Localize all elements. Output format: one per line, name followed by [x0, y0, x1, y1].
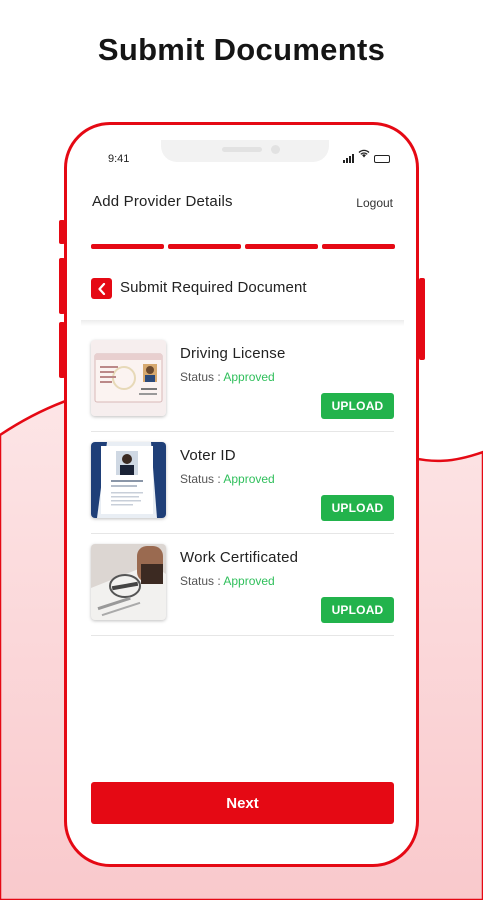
upload-button-voter-id[interactable]: UPLOAD [321, 495, 394, 521]
progress-step-3 [245, 244, 318, 249]
status-time: 9:41 [108, 153, 130, 165]
document-name: Work Certificated [180, 549, 299, 566]
driving-license-thumbnail [91, 340, 166, 416]
section-divider [81, 320, 404, 326]
progress-step-1 [91, 244, 164, 249]
signal-icon [343, 154, 354, 163]
document-status: Status : Approved [180, 370, 275, 384]
section-title: Submit Required Document [120, 279, 307, 296]
chevron-left-icon [97, 282, 105, 295]
header-title: Add Provider Details [92, 193, 233, 210]
status-icons [343, 149, 390, 163]
step-progress-bar [91, 244, 395, 249]
document-item-voter-id: Voter ID Status : Approved UPLOAD [91, 432, 394, 534]
upload-button-work-certificate[interactable]: UPLOAD [321, 597, 394, 623]
upload-button-driving-license[interactable]: UPLOAD [321, 393, 394, 419]
document-item-work-certificate: Work Certificated Status : Approved UPLO… [91, 534, 394, 636]
app-screen: 9:41 Add Provider Details Logout Submit … [81, 140, 404, 850]
phone-notch [161, 140, 329, 162]
status-value: Approved [223, 370, 275, 384]
voter-id-thumbnail [91, 442, 166, 518]
back-button[interactable] [91, 278, 112, 299]
front-camera [271, 145, 280, 154]
speaker-grille [222, 147, 262, 152]
phone-power-button [419, 278, 425, 360]
promo-title: Submit Documents [97, 32, 386, 67]
document-status: Status : Approved [180, 472, 275, 486]
work-certificate-thumbnail [91, 544, 166, 620]
progress-step-2 [168, 244, 241, 249]
document-name: Driving License [180, 345, 286, 362]
wifi-icon [358, 145, 370, 163]
next-button[interactable]: Next [91, 782, 394, 824]
document-status: Status : Approved [180, 574, 275, 588]
document-item-driving-license: Driving License Status : Approved UPLOAD [91, 330, 394, 432]
section-header: Submit Required Document [81, 254, 404, 320]
status-value: Approved [223, 472, 275, 486]
document-name: Voter ID [180, 447, 236, 464]
status-label: Status : [180, 370, 221, 384]
status-label: Status : [180, 574, 221, 588]
progress-step-4 [322, 244, 395, 249]
status-label: Status : [180, 472, 221, 486]
logout-link[interactable]: Logout [356, 196, 393, 210]
status-value: Approved [223, 574, 275, 588]
battery-icon [374, 155, 390, 163]
